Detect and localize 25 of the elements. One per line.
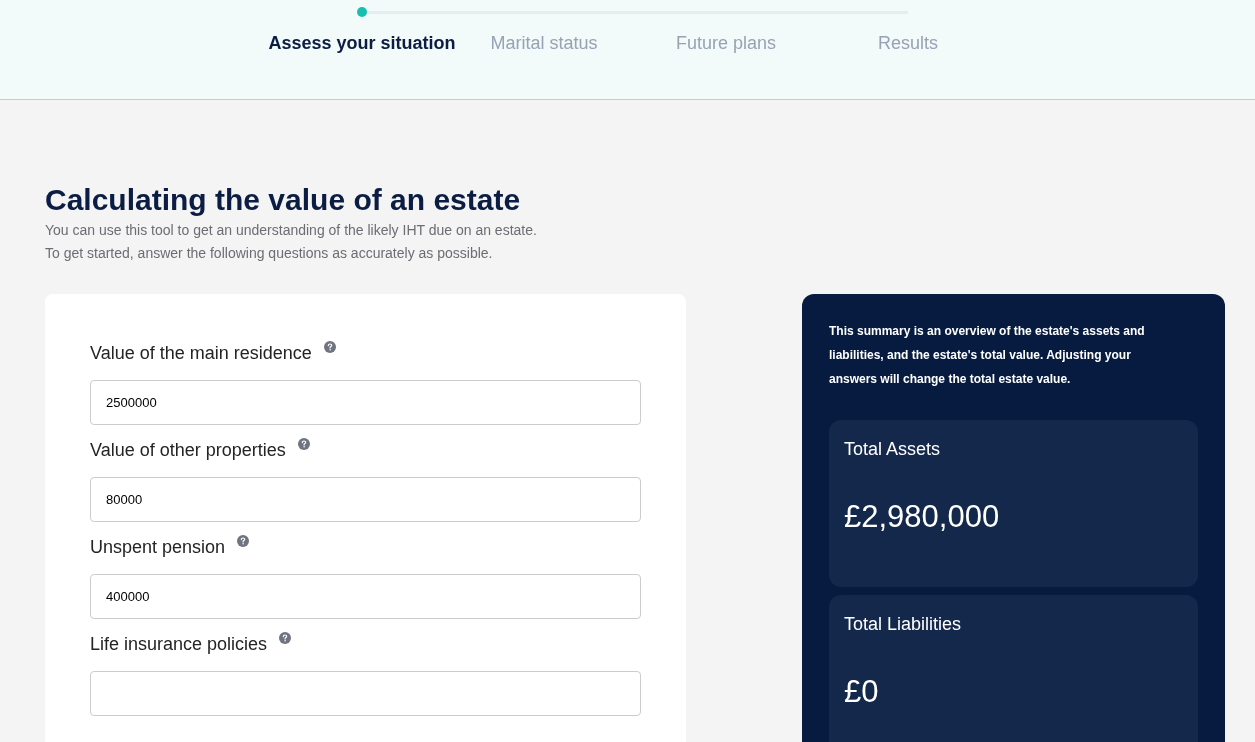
field-label: Value of other properties <box>90 439 286 462</box>
field-label: Life insurance policies <box>90 633 268 656</box>
input-field[interactable] <box>90 671 641 716</box>
intro-text: To get started, answer the following questions as accurately as possible. <box>45 244 493 263</box>
total-label: Total Assets <box>844 438 941 461</box>
help-icon[interactable] <box>237 535 250 547</box>
help-icon[interactable] <box>297 438 310 450</box>
step-label: Results <box>878 32 938 55</box>
input-field[interactable]: 2500000 <box>90 380 641 425</box>
intro-text: You can use this tool to get an understanding of the likely IHT due on an estate. <box>45 221 537 240</box>
field-label: Unspent pension <box>90 536 226 559</box>
step-label: Assess your situation <box>268 32 456 55</box>
help-icon[interactable] <box>279 632 292 644</box>
input-field[interactable]: 80000 <box>90 477 641 522</box>
page-title: Calculating the value of an estate <box>45 182 521 218</box>
field-label: Value of the main residence <box>90 342 312 365</box>
step-label: Future plans <box>675 32 777 55</box>
total-label: Total Liabilities <box>844 613 962 636</box>
total-value: £0 <box>844 673 879 711</box>
current-step-dot-icon <box>357 7 367 17</box>
summary-text: This summary is an overview of the estate's assets and liabilities, and the estate's total value. Adjusting your answers will change the total estate value. <box>829 323 1146 388</box>
input-field[interactable]: 400000 <box>90 574 641 619</box>
total-value: £2,980,000 <box>844 498 1000 536</box>
step-label: Marital status <box>490 32 598 55</box>
help-icon[interactable] <box>323 341 336 353</box>
